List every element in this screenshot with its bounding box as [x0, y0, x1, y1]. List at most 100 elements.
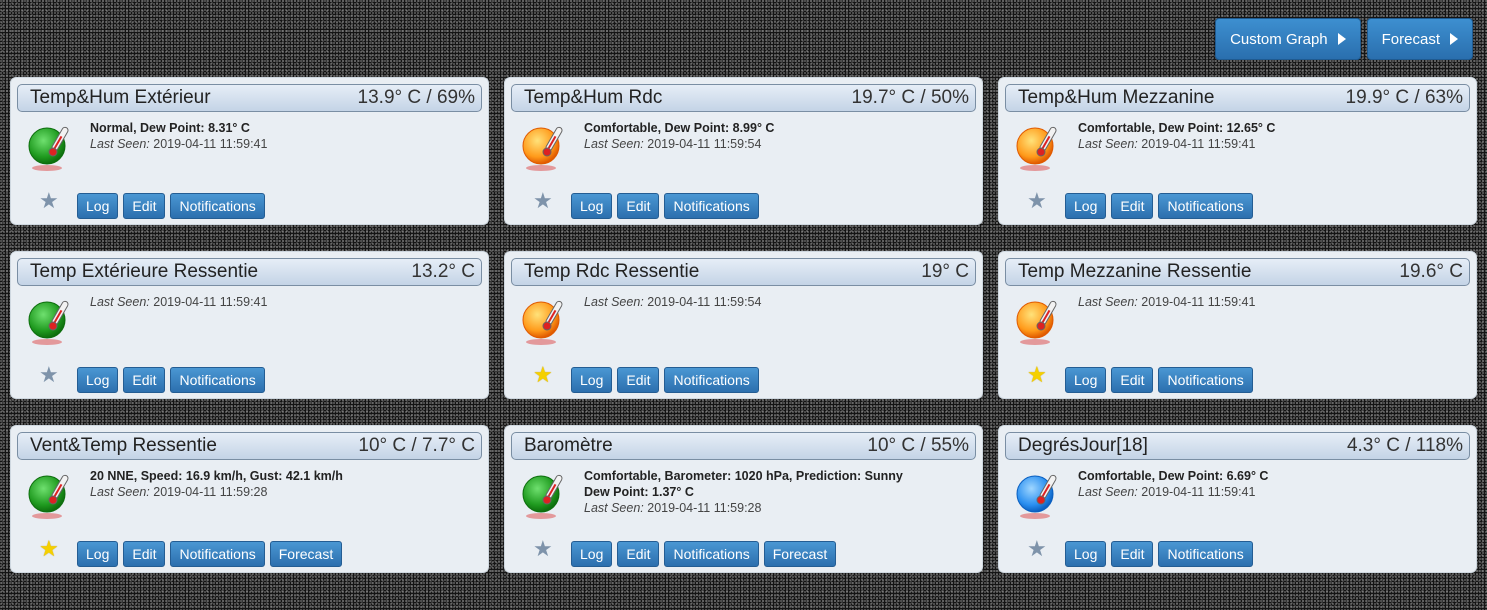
edit-button[interactable]: Edit — [617, 193, 660, 219]
log-button[interactable]: Log — [571, 367, 613, 393]
device-info: Comfortable, Barometer: 1020 hPa, Predic… — [584, 468, 974, 516]
forecast-button[interactable]: Forecast — [269, 541, 343, 567]
log-button[interactable]: Log — [77, 193, 119, 219]
card-actions: Log Edit Notifications — [77, 367, 265, 393]
edit-button[interactable]: Edit — [617, 367, 660, 393]
last-seen-value: 2019-04-11 11:59:41 — [153, 137, 268, 151]
last-seen-value: 2019-04-11 11:59:41 — [1141, 137, 1256, 151]
card-actions: Log Edit Notifications — [1065, 193, 1253, 219]
orange-temp-icon — [522, 300, 563, 345]
log-button[interactable]: Log — [571, 193, 613, 219]
custom-graph-button[interactable]: Custom Graph — [1215, 18, 1361, 60]
forecast-top-label: Forecast — [1381, 30, 1440, 48]
device-info: Normal, Dew Point: 8.31° C Last Seen: 201… — [90, 120, 480, 152]
device-name: Temp Rdc Ressentie — [524, 261, 700, 282]
last-seen: Last Seen: 2019-04-11 11:59:41 — [90, 137, 267, 151]
device-name: Temp&Hum Mezzanine — [1018, 87, 1215, 108]
edit-button[interactable]: Edit — [123, 367, 166, 393]
favorite-star-icon[interactable]: ★ — [39, 538, 59, 560]
last-seen: Last Seen: 2019-04-11 11:59:28 — [90, 485, 267, 499]
device-card: Temp Mezzanine Ressentie 19.6° C Last Seen… — [998, 251, 1477, 399]
custom-graph-label: Custom Graph — [1230, 30, 1328, 48]
edit-button[interactable]: Edit — [1111, 193, 1154, 219]
top-toolbar: Custom Graph Forecast — [1215, 18, 1473, 60]
device-name: Temp&Hum Rdc — [524, 87, 663, 108]
log-button[interactable]: Log — [1065, 367, 1107, 393]
last-seen-value: 2019-04-11 11:59:41 — [153, 295, 268, 309]
last-seen-label: Last Seen: — [1078, 137, 1138, 151]
device-value: 19° C — [921, 261, 969, 282]
last-seen-value: 2019-04-11 11:59:41 — [1141, 295, 1256, 309]
edit-button[interactable]: Edit — [617, 541, 660, 567]
device-status: Comfortable, Dew Point: 6.69° C — [1078, 469, 1269, 483]
last-seen-value: 2019-04-11 11:59:54 — [647, 137, 762, 151]
last-seen-label: Last Seen: — [1078, 485, 1138, 499]
favorite-star-icon[interactable]: ★ — [533, 538, 553, 560]
card-actions: Log Edit Notifications — [77, 193, 265, 219]
log-button[interactable]: Log — [1065, 193, 1107, 219]
arrow-right-icon — [1337, 33, 1346, 45]
device-extra: Dew Point: 1.37° C — [584, 485, 694, 499]
notifications-button[interactable]: Notifications — [1158, 193, 1253, 219]
card-header: Temp&Hum Mezzanine 19.9° C / 63% — [1005, 84, 1470, 112]
notifications-button[interactable]: Notifications — [170, 193, 265, 219]
notifications-button[interactable]: Notifications — [1158, 367, 1253, 393]
log-button[interactable]: Log — [77, 541, 119, 567]
favorite-star-icon[interactable]: ★ — [533, 364, 553, 386]
card-header: Temp Rdc Ressentie 19° C — [511, 258, 976, 286]
card-actions: Log Edit Notifications — [571, 367, 759, 393]
device-info: 20 NNE, Speed: 16.9 km/h, Gust: 42.1 km/… — [90, 468, 480, 500]
favorite-star-icon[interactable]: ★ — [1027, 190, 1047, 212]
edit-button[interactable]: Edit — [1111, 367, 1154, 393]
card-actions: Log Edit Notifications — [571, 193, 759, 219]
device-card: Temp&Hum Mezzanine 19.9° C / 63% Comfortab… — [998, 77, 1477, 225]
blue-temp-icon — [1016, 474, 1057, 519]
last-seen: Last Seen: 2019-04-11 11:59:41 — [1078, 295, 1255, 309]
last-seen-value: 2019-04-11 11:59:28 — [153, 485, 268, 499]
device-status: Normal, Dew Point: 8.31° C — [90, 121, 250, 135]
log-button[interactable]: Log — [571, 541, 613, 567]
green-temp-icon — [28, 474, 69, 519]
device-value: 19.6° C — [1399, 261, 1463, 282]
last-seen: Last Seen: 2019-04-11 11:59:41 — [1078, 137, 1255, 151]
device-info: Comfortable, Dew Point: 12.65° C Last See… — [1078, 120, 1468, 152]
device-card: Temp&Hum Extérieur 13.9° C / 69% Normal, D… — [10, 77, 489, 225]
device-card: Temp Extérieure Ressentie 13.2° C Last See… — [10, 251, 489, 399]
notifications-button[interactable]: Notifications — [1158, 541, 1253, 567]
notifications-button[interactable]: Notifications — [664, 367, 759, 393]
device-card: DegrésJour[18] 4.3° C / 118% Comfortable, … — [998, 425, 1477, 573]
device-info: Last Seen: 2019-04-11 11:59:41 — [1078, 294, 1468, 310]
last-seen: Last Seen: 2019-04-11 11:59:28 — [584, 501, 761, 515]
edit-button[interactable]: Edit — [1111, 541, 1154, 567]
favorite-star-icon[interactable]: ★ — [1027, 364, 1047, 386]
last-seen: Last Seen: 2019-04-11 11:59:54 — [584, 295, 761, 309]
last-seen-label: Last Seen: — [584, 501, 644, 515]
log-button[interactable]: Log — [1065, 541, 1107, 567]
notifications-button[interactable]: Notifications — [170, 541, 265, 567]
favorite-star-icon[interactable]: ★ — [39, 190, 59, 212]
last-seen-label: Last Seen: — [90, 295, 150, 309]
favorite-star-icon[interactable]: ★ — [1027, 538, 1047, 560]
edit-button[interactable]: Edit — [123, 541, 166, 567]
device-status: Comfortable, Dew Point: 8.99° C — [584, 121, 775, 135]
forecast-button[interactable]: Forecast — [763, 541, 837, 567]
card-header: Vent&Temp Ressentie 10° C / 7.7° C — [17, 432, 482, 460]
device-status: Comfortable, Barometer: 1020 hPa, Predic… — [584, 469, 903, 483]
notifications-button[interactable]: Notifications — [170, 367, 265, 393]
notifications-button[interactable]: Notifications — [664, 541, 759, 567]
orange-temp-icon — [1016, 300, 1057, 345]
notifications-button[interactable]: Notifications — [664, 193, 759, 219]
green-temp-icon — [522, 474, 563, 519]
log-button[interactable]: Log — [77, 367, 119, 393]
device-value: 19.9° C / 63% — [1345, 87, 1463, 108]
last-seen: Last Seen: 2019-04-11 11:59:41 — [1078, 485, 1255, 499]
forecast-top-button[interactable]: Forecast — [1366, 18, 1473, 60]
card-header: Temp&Hum Rdc 19.7° C / 50% — [511, 84, 976, 112]
last-seen-label: Last Seen: — [1078, 295, 1138, 309]
favorite-star-icon[interactable]: ★ — [533, 190, 553, 212]
device-info: Comfortable, Dew Point: 6.69° C Last Seen… — [1078, 468, 1468, 500]
arrow-right-icon — [1450, 33, 1458, 45]
favorite-star-icon[interactable]: ★ — [39, 364, 59, 386]
edit-button[interactable]: Edit — [123, 193, 166, 219]
device-name: Temp Extérieure Ressentie — [30, 261, 259, 282]
